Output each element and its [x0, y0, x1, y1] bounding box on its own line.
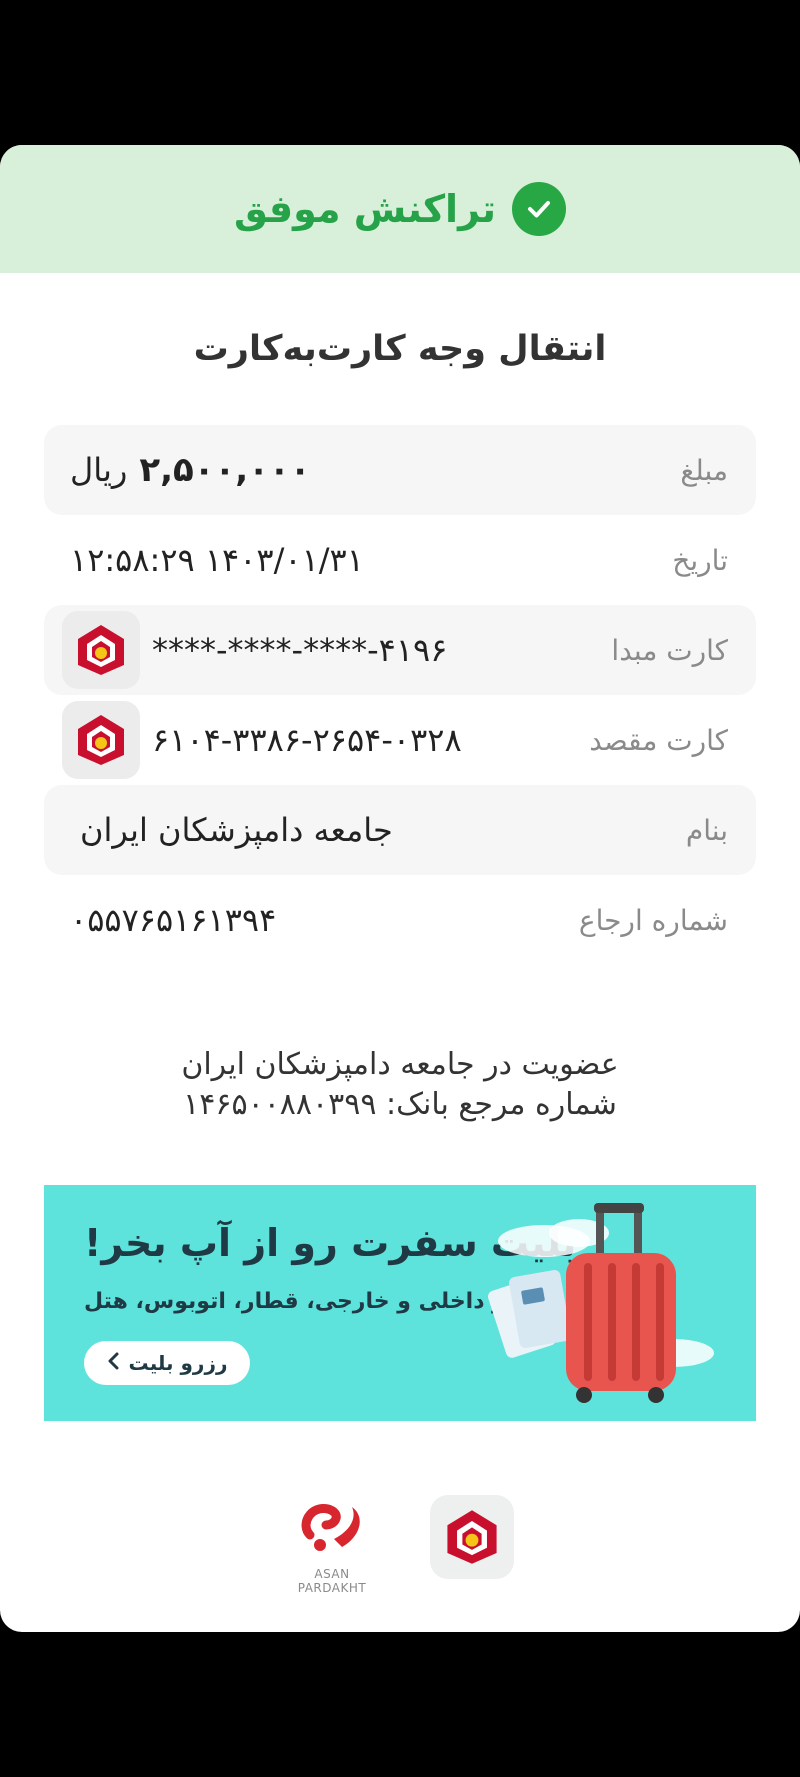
dest-card-label: کارت مقصد — [589, 723, 728, 757]
name-value: جامعه دامپزشکان ایران — [80, 811, 393, 849]
source-card-value: ****-****-****-۴۱۹۶ — [62, 611, 447, 689]
amount-number: ۲,۵۰۰,۰۰۰ — [139, 450, 311, 490]
ref-row: شماره ارجاع ۰۵۵۷۶۵۱۶۱۳۹۴ — [44, 875, 756, 965]
ref-value: ۰۵۵۷۶۵۱۶۱۳۹۴ — [70, 901, 277, 939]
check-icon — [512, 182, 566, 236]
status-text: تراکنش موفق — [234, 187, 496, 231]
receipt-card: تراکنش موفق انتقال وجه کارت‌به‌کارت مبلغ… — [0, 145, 800, 1632]
source-card-number: ****-****-****-۴۱۹۶ — [152, 631, 448, 669]
source-card-label: کارت مبدا — [611, 633, 728, 667]
name-label: بنام — [685, 813, 728, 847]
bank-mellat-logo-icon — [62, 611, 140, 689]
bank-mellat-logo-icon — [62, 701, 140, 779]
suitcase-illustration-icon — [484, 1193, 754, 1419]
reserve-ticket-label: رزرو بلیت — [128, 1351, 228, 1375]
page-title: انتقال وجه کارت‌به‌کارت — [193, 329, 607, 369]
dest-card-value: ۶۱۰۴-۳۳۸۶-۲۶۵۴-۰۳۲۸ — [62, 701, 462, 779]
amount-label: مبلغ — [680, 453, 728, 487]
asan-pardakht-icon — [301, 1504, 360, 1551]
dest-card-row: کارت مقصد ۶۱۰۴-۳۳۸۶-۲۶۵۴-۰۳۲۸ — [44, 695, 756, 785]
bank-mellat-logo-icon — [430, 1495, 514, 1579]
status-banner: تراکنش موفق — [0, 145, 800, 273]
dest-card-number: ۶۱۰۴-۳۳۸۶-۲۶۵۴-۰۳۲۸ — [152, 721, 462, 759]
currency-label: ریال — [70, 451, 128, 489]
asan-pardakht-logo: ASAN PARDAKHT — [280, 1495, 384, 1595]
amount-row: مبلغ ریال ۲,۵۰۰,۰۰۰ — [44, 425, 756, 515]
note-line-1: عضویت در جامعه دامپزشکان ایران — [181, 1047, 619, 1082]
banner-subtitle: پرواز داخلی و خارجی، قطار، اتوبوس، هتل — [84, 1289, 548, 1314]
details-list: مبلغ ریال ۲,۵۰۰,۰۰۰ تاریخ ۱۲:۵۸:۲۹ ۱۴۰۳/… — [0, 425, 800, 965]
transaction-note: عضویت در جامعه دامپزشکان ایران شماره مرج… — [0, 1045, 800, 1125]
source-card-row: کارت مبدا ****-****-****-۴۱۹۶ — [44, 605, 756, 695]
amount-value: ریال ۲,۵۰۰,۰۰۰ — [70, 450, 310, 490]
travel-ad-banner[interactable]: بلیت سفرت رو از آپ بخر! پرواز داخلی و خا… — [44, 1185, 756, 1421]
date-value: ۱۲:۵۸:۲۹ ۱۴۰۳/۰۱/۳۱ — [70, 541, 364, 579]
footer-logos: ASAN PARDAKHT — [0, 1495, 800, 1605]
note-line-2: شماره مرجع بانک: ۱۴۶۵۰۰۸۸۰۳۹۹ — [183, 1087, 617, 1122]
name-row: بنام جامعه دامپزشکان ایران — [44, 785, 756, 875]
reserve-ticket-button[interactable]: رزرو بلیت — [84, 1341, 250, 1385]
chevron-left-icon — [107, 1351, 121, 1375]
asan-pardakht-label: ASAN PARDAKHT — [297, 1567, 367, 1595]
ref-label: شماره ارجاع — [578, 903, 728, 937]
date-label: تاریخ — [672, 543, 728, 577]
date-row: تاریخ ۱۲:۵۸:۲۹ ۱۴۰۳/۰۱/۳۱ — [44, 515, 756, 605]
